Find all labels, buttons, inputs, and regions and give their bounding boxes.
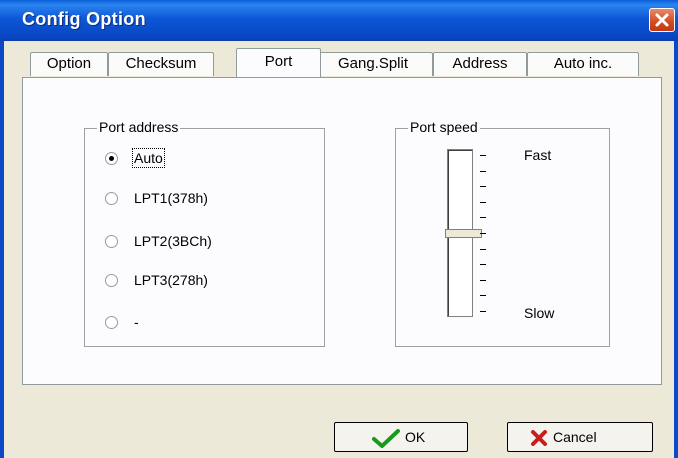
window-border-right bbox=[674, 41, 678, 458]
radio-auto-label: Auto bbox=[132, 148, 165, 168]
tab-option-label: Option bbox=[46, 55, 92, 72]
tab-port[interactable]: Port bbox=[236, 48, 321, 77]
tab-port-label: Port bbox=[264, 53, 293, 70]
speed-slider-thumb[interactable] bbox=[445, 229, 482, 238]
tab-checksum-label: Checksum bbox=[125, 55, 197, 72]
radio-lpt1-circle[interactable] bbox=[105, 192, 118, 205]
radio-lpt3-circle[interactable] bbox=[105, 274, 118, 287]
checkmark-icon bbox=[372, 429, 400, 448]
config-option-window: Config Option Option Checksum Port Gang.… bbox=[0, 0, 678, 458]
radio-lpt2-circle[interactable] bbox=[105, 235, 118, 248]
ok-button-label: OK bbox=[405, 429, 426, 445]
cancel-button-label: Cancel bbox=[553, 429, 597, 445]
fast-label: Fast bbox=[524, 147, 552, 163]
close-icon bbox=[655, 13, 669, 27]
speed-slider-tick bbox=[480, 155, 486, 156]
tab-address-label: Address bbox=[452, 55, 508, 72]
port-speed-group: Port speed Fast Slow bbox=[395, 119, 610, 347]
radio-none-circle[interactable] bbox=[105, 316, 118, 329]
speed-slider-tick bbox=[480, 279, 486, 281]
radio-selected-dot bbox=[109, 156, 114, 161]
cross-icon bbox=[531, 430, 547, 446]
title-bar[interactable]: Config Option bbox=[0, 0, 678, 41]
speed-slider-tick bbox=[480, 170, 486, 172]
speed-slider-tick bbox=[480, 201, 486, 203]
speed-slider-tick bbox=[480, 264, 486, 266]
ok-button[interactable]: OK bbox=[334, 422, 468, 452]
window-border-left bbox=[0, 41, 4, 458]
tab-auto-inc[interactable]: Auto inc. bbox=[527, 52, 639, 76]
speed-slider-tick bbox=[480, 248, 486, 250]
speed-slider-tick bbox=[480, 295, 486, 297]
tab-panel-port: Port address Auto LPT1(378h) LPT2(3BCh) … bbox=[22, 77, 662, 385]
slow-label: Slow bbox=[524, 305, 555, 321]
speed-slider-tick bbox=[480, 186, 486, 188]
tab-auto-inc-label: Auto inc. bbox=[553, 55, 613, 72]
port-speed-label: Port speed bbox=[408, 119, 480, 135]
close-button[interactable] bbox=[649, 8, 675, 32]
radio-lpt3-label: LPT3(278h) bbox=[134, 272, 208, 288]
port-address-label: Port address bbox=[97, 119, 181, 135]
radio-auto-circle[interactable] bbox=[105, 152, 118, 165]
radio-none-label: - bbox=[134, 314, 139, 330]
tab-gang-split-label: Gang.Split bbox=[337, 55, 409, 72]
speed-slider-tick bbox=[480, 217, 486, 219]
radio-lpt1-label: LPT1(378h) bbox=[134, 190, 208, 206]
tab-option[interactable]: Option bbox=[30, 52, 108, 76]
cancel-button[interactable]: Cancel bbox=[507, 422, 653, 452]
speed-slider-tick bbox=[480, 233, 486, 234]
radio-lpt2-label: LPT2(3BCh) bbox=[134, 233, 212, 249]
speed-slider-tick bbox=[480, 311, 486, 312]
window-title: Config Option bbox=[22, 9, 146, 29]
tab-checksum[interactable]: Checksum bbox=[108, 52, 214, 76]
tab-gang-split[interactable]: Gang.Split bbox=[313, 52, 433, 76]
tab-address[interactable]: Address bbox=[433, 52, 527, 76]
port-address-group: Port address Auto LPT1(378h) LPT2(3BCh) … bbox=[84, 119, 325, 347]
